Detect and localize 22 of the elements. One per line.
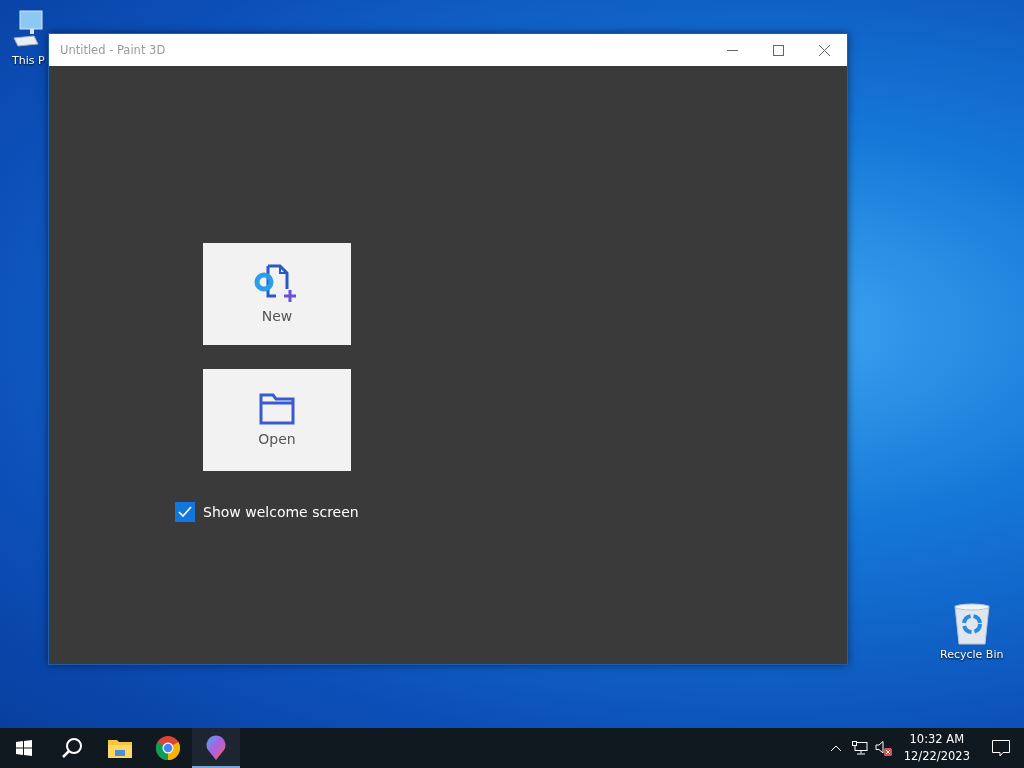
desktop-icon-label[interactable]: Recycle Bin (940, 648, 1004, 661)
checkbox-label[interactable]: Show welcome screen (203, 504, 359, 520)
taskbar-button[interactable] (192, 728, 240, 768)
folder-icon (108, 738, 132, 758)
chevron-up-icon[interactable] (829, 744, 842, 752)
search-icon (61, 737, 83, 759)
desktop-icon-label[interactable]: This P (12, 54, 45, 67)
network-icon[interactable] (851, 741, 868, 755)
browser-logo-icon (156, 736, 180, 760)
maximize-icon (772, 44, 784, 56)
muted-speaker-icon[interactable] (874, 740, 893, 756)
folder-icon (259, 393, 295, 425)
notification-icon[interactable] (992, 739, 1010, 757)
checkbox[interactable] (175, 502, 195, 522)
paint-drop-icon (205, 734, 227, 760)
windows-logo-icon (16, 740, 32, 756)
open-tile-button[interactable]: Open (203, 369, 351, 471)
window-title: Untitled - Paint 3D (59, 43, 167, 57)
close-icon (818, 44, 830, 56)
new-tile-button[interactable]: New (203, 243, 351, 345)
clock[interactable]: 10:32 AM 12/22/2023 (895, 731, 978, 765)
recycle-bin-icon[interactable] (951, 602, 992, 646)
